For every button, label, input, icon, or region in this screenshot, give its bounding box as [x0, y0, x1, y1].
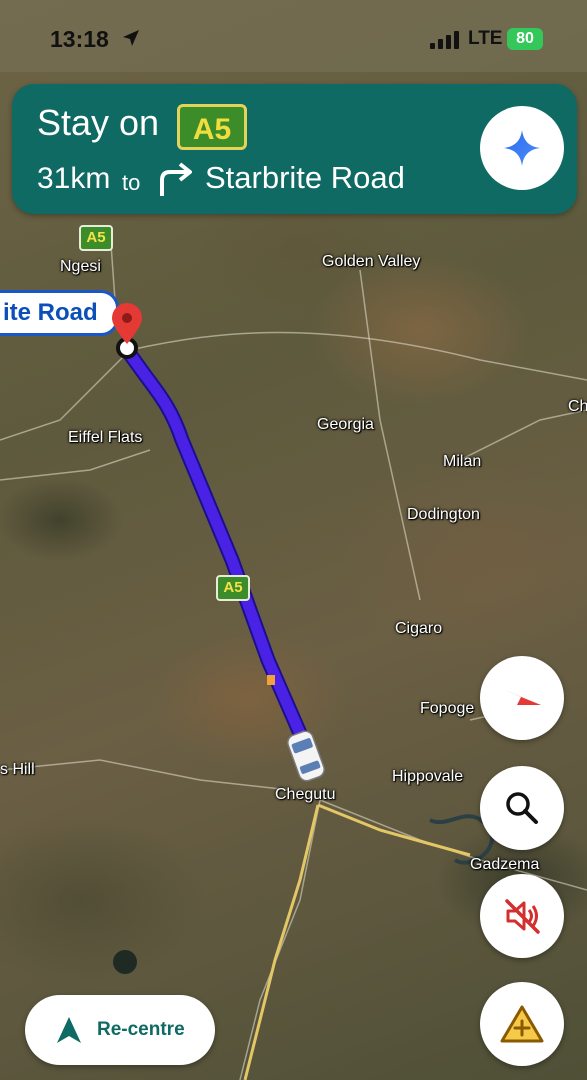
place-label-golden-valley[interactable]: Golden Valley [322, 253, 420, 271]
place-label-ngesi[interactable]: Ngesi [60, 258, 101, 276]
battery-indicator: 80 [507, 28, 543, 50]
road-shield-a5-top: A5 [79, 225, 113, 251]
road-shield-a5: A5 [177, 104, 247, 150]
place-label-fopoge[interactable]: Fopoge [420, 700, 474, 718]
road-shield-a5-route: A5 [216, 575, 250, 601]
place-label-milan[interactable]: Milan [443, 453, 481, 471]
place-label-hippovale[interactable]: Hippovale [392, 768, 463, 786]
battery-level: 80 [516, 30, 534, 47]
compass-icon [503, 689, 541, 705]
distance-to-turn: 31km [37, 162, 111, 195]
place-label-georgia[interactable]: Georgia [317, 416, 374, 434]
instruction-text: Stay on [37, 102, 160, 143]
sparkle-icon [504, 130, 540, 166]
assistant-button[interactable] [480, 106, 564, 190]
place-label-cigaro[interactable]: Cigaro [395, 620, 442, 638]
network-type: LTE [468, 28, 503, 49]
status-bar: 13:18 LTE 80 [0, 0, 587, 72]
place-label-gadzema[interactable]: Gadzema [470, 856, 539, 874]
sound-muted-icon [505, 899, 540, 934]
search-icon [506, 792, 538, 824]
destination-pin-icon[interactable] [104, 298, 150, 362]
to-text: to [122, 170, 141, 195]
destination-callout[interactable]: ite Road [0, 290, 119, 336]
report-incident-button[interactable] [480, 982, 564, 1066]
recentre-label: Re-centre [97, 1019, 185, 1040]
next-street-name: Starbrite Road [205, 160, 405, 195]
vehicle-position-icon [287, 730, 325, 782]
place-label-eiffel-flats[interactable]: Eiffel Flats [68, 429, 142, 447]
search-button[interactable] [480, 766, 564, 850]
navigation-banner[interactable]: Stay on A5 31km to Starbrite Road [12, 84, 577, 214]
status-time: 13:18 [50, 26, 109, 52]
place-label-dodington[interactable]: Dodington [407, 506, 480, 524]
place-label-ch[interactable]: Ch [568, 398, 587, 416]
recentre-button[interactable]: Re-centre [25, 995, 215, 1065]
turn-right-icon [160, 162, 192, 196]
mute-button[interactable] [480, 874, 564, 958]
cellular-signal-icon [430, 31, 459, 49]
compass-button[interactable] [480, 656, 564, 740]
report-incident-icon [500, 1005, 544, 1043]
destination-callout-text: ite Road [3, 299, 98, 326]
place-label-chegutu[interactable]: Chegutu [275, 786, 336, 804]
place-label-hill[interactable]: s Hill [0, 761, 35, 779]
navigation-arrow-icon [57, 1017, 81, 1043]
location-arrow-icon [123, 30, 139, 46]
